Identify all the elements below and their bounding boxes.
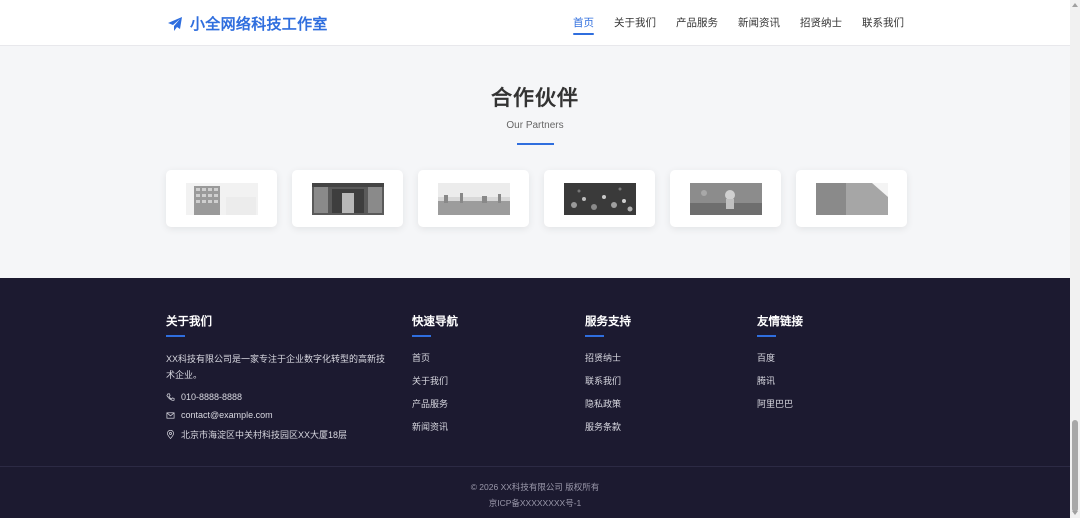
site-header: 小全网络科技工作室 首页 关于我们 产品服务 新闻资讯 招贤纳士 联系我们 xyxy=(0,0,1070,46)
quick-nav-title: 快速导航 xyxy=(412,316,458,328)
skyline-image xyxy=(437,182,510,215)
scroll-down-arrow-icon[interactable] xyxy=(1072,510,1078,516)
title-underline xyxy=(517,143,554,145)
partner-card[interactable] xyxy=(418,170,529,227)
street-address: 北京市海淀区中关村科技园区XX大厦18层 xyxy=(181,430,348,440)
building-image xyxy=(185,182,258,215)
partner-card[interactable] xyxy=(544,170,655,227)
heading-underline xyxy=(757,335,776,337)
footer-friend-links: 友情链接 百度 腾讯 阿里巴巴 xyxy=(757,313,803,410)
library-image xyxy=(311,182,384,215)
partner-cards xyxy=(166,170,907,227)
nav-products[interactable]: 产品服务 xyxy=(676,0,718,46)
nav-contact[interactable]: 联系我们 xyxy=(862,0,904,46)
site-footer: 关于我们 XX科技有限公司是一家专注于企业数字化转型的高新技术企业。 010-8… xyxy=(0,278,1070,518)
partner-card[interactable] xyxy=(166,170,277,227)
heading-underline xyxy=(412,335,431,337)
partners-section: 合作伙伴 Our Partners xyxy=(0,47,1070,278)
phone-icon xyxy=(166,393,175,401)
footer-link-home[interactable]: 首页 xyxy=(412,352,458,364)
email-address[interactable]: contact@example.com xyxy=(181,410,273,420)
footer-support: 服务支持 招贤纳士 联系我们 隐私政策 服务条款 xyxy=(585,313,631,433)
nav-careers[interactable]: 招贤纳士 xyxy=(800,0,842,46)
contact-info: 010-8888-8888 contact@example.com 北京市海淀区… xyxy=(166,392,388,441)
wall-image xyxy=(815,182,888,215)
partners-subtitle: Our Partners xyxy=(506,120,564,131)
footer-divider xyxy=(0,466,1070,467)
footer-about: 关于我们 XX科技有限公司是一家专注于企业数字化转型的高新技术企业。 010-8… xyxy=(166,313,388,441)
heading-underline xyxy=(585,335,604,337)
heading-underline xyxy=(166,335,185,337)
contact-address: 北京市海淀区中关村科技园区XX大厦18层 xyxy=(166,428,388,441)
footer-link-news[interactable]: 新闻资讯 xyxy=(412,421,458,433)
nav-about[interactable]: 关于我们 xyxy=(614,0,656,46)
scroll-up-arrow-icon[interactable] xyxy=(1072,2,1078,8)
footer-link-contact[interactable]: 联系我们 xyxy=(585,375,631,387)
phone-number: 010-8888-8888 xyxy=(181,392,243,402)
paper-plane-icon xyxy=(168,16,182,31)
footer-link-terms[interactable]: 服务条款 xyxy=(585,421,631,433)
nav-home[interactable]: 首页 xyxy=(573,0,594,46)
footer-link-privacy[interactable]: 隐私政策 xyxy=(585,398,631,410)
partners-title: 合作伙伴 xyxy=(491,87,579,110)
footer-about-title: 关于我们 xyxy=(166,316,212,328)
footer-link-about[interactable]: 关于我们 xyxy=(412,375,458,387)
icp-number[interactable]: 京ICP备XXXXXXXX号-1 xyxy=(0,497,1070,509)
contact-phone: 010-8888-8888 xyxy=(166,392,388,402)
friend-links-title: 友情链接 xyxy=(757,316,803,328)
copyright-text: © 2026 XX科技有限公司 版权所有 xyxy=(470,482,600,492)
nav-news[interactable]: 新闻资讯 xyxy=(738,0,780,46)
friend-link-baidu[interactable]: 百度 xyxy=(757,352,803,364)
brand-name: 小全网络科技工作室 xyxy=(190,16,328,33)
location-pin-icon xyxy=(166,430,175,439)
friend-link-tencent[interactable]: 腾讯 xyxy=(757,375,803,387)
footer-link-careers[interactable]: 招贤纳士 xyxy=(585,352,631,364)
partner-card[interactable] xyxy=(670,170,781,227)
brand-logo[interactable]: 小全网络科技工作室 xyxy=(167,13,328,34)
footer-quick-nav: 快速导航 首页 关于我们 产品服务 新闻资讯 xyxy=(412,313,458,433)
astronaut-image xyxy=(689,182,762,215)
partner-card[interactable] xyxy=(796,170,907,227)
friend-link-alibaba[interactable]: 阿里巴巴 xyxy=(757,398,803,410)
page-scrollbar[interactable] xyxy=(1070,0,1080,518)
mail-icon xyxy=(166,411,175,419)
contact-email: contact@example.com xyxy=(166,410,388,420)
about-description: XX科技有限公司是一家专注于企业数字化转型的高新技术企业。 xyxy=(166,354,386,380)
footer-link-products[interactable]: 产品服务 xyxy=(412,398,458,410)
scrollbar-thumb[interactable] xyxy=(1072,420,1078,512)
bokeh-lights-image xyxy=(563,182,636,215)
partner-card[interactable] xyxy=(292,170,403,227)
main-nav: 首页 关于我们 产品服务 新闻资讯 招贤纳士 联系我们 xyxy=(573,0,904,46)
support-title: 服务支持 xyxy=(585,316,631,328)
